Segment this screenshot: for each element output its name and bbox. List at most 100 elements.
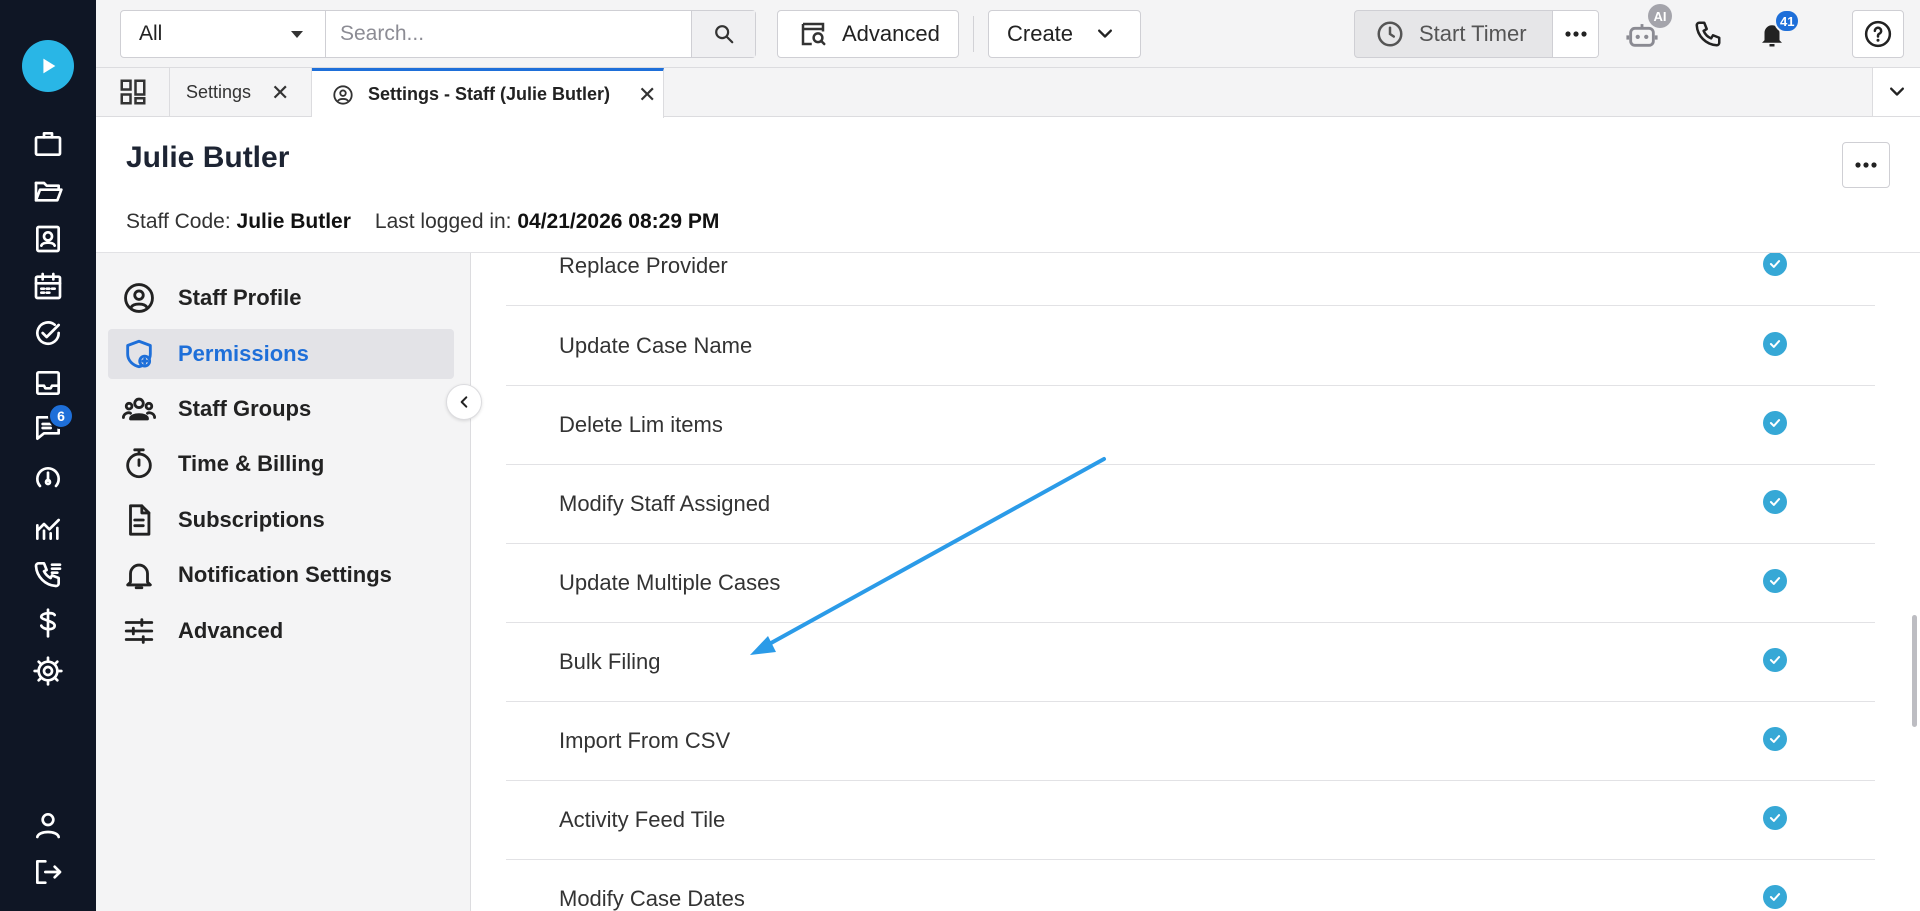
stopwatch-icon bbox=[126, 448, 152, 479]
nav-item-staff-groups[interactable]: Staff Groups bbox=[108, 384, 454, 434]
chevron-left-icon bbox=[460, 396, 468, 408]
advanced-search-label: Advanced bbox=[842, 21, 940, 46]
briefcase-icon[interactable] bbox=[28, 124, 68, 164]
permission-label: Update Case Name bbox=[559, 333, 753, 358]
staff-code-label: Staff Code: bbox=[126, 210, 231, 233]
nav-item-notification-settings[interactable]: Notification Settings bbox=[108, 550, 454, 600]
permission-row: Replace Provider bbox=[506, 253, 1875, 306]
ellipsis-icon bbox=[1565, 31, 1587, 37]
tab-settings-staff-label: Settings - Staff (Julie Butler) bbox=[368, 84, 611, 104]
tab-settings[interactable]: Settings ✕ bbox=[170, 68, 312, 117]
nav-item-advanced[interactable]: Advanced bbox=[108, 606, 454, 656]
permission-row: Update Case Name bbox=[506, 307, 1875, 386]
user-circle-icon bbox=[124, 283, 154, 313]
permission-label: Update Multiple Cases bbox=[559, 570, 781, 595]
nav-item-label: Notification Settings bbox=[178, 562, 392, 587]
nav-item-label: Advanced bbox=[178, 618, 284, 643]
bell-icon bbox=[126, 563, 152, 590]
nav-item-subscriptions[interactable]: Subscriptions bbox=[108, 495, 454, 545]
phone-button[interactable] bbox=[1688, 14, 1728, 54]
settings-nav: Staff Profile Permissions Staff Groups T… bbox=[96, 253, 471, 911]
check-icon[interactable] bbox=[1763, 806, 1787, 830]
help-button[interactable] bbox=[1852, 10, 1904, 58]
permission-row: Update Multiple Cases bbox=[506, 544, 1875, 623]
last-login-label: Last logged in: bbox=[374, 210, 512, 233]
toolbar-divider bbox=[973, 16, 974, 52]
permission-row: Bulk Filing bbox=[506, 623, 1875, 702]
nav-item-permissions[interactable]: Permissions bbox=[108, 329, 454, 379]
search-group: All bbox=[120, 10, 756, 58]
app-rail: 6 bbox=[0, 0, 96, 911]
user-circle-icon bbox=[333, 84, 353, 105]
nav-item-staff-profile[interactable]: Staff Profile bbox=[108, 273, 454, 323]
permission-row: Delete Lim items bbox=[506, 386, 1875, 465]
permission-label: Import From CSV bbox=[559, 728, 731, 753]
users-icon bbox=[122, 397, 156, 421]
ai-badge: AI bbox=[1648, 4, 1672, 28]
scrollbar-thumb[interactable] bbox=[1912, 615, 1917, 727]
content-scrollbar[interactable] bbox=[1910, 253, 1920, 911]
collapse-nav-button[interactable] bbox=[446, 384, 482, 420]
document-icon bbox=[129, 504, 151, 536]
create-button[interactable]: Create bbox=[988, 10, 1141, 58]
nav-item-label: Time & Billing bbox=[178, 451, 325, 476]
dollar-icon[interactable] bbox=[28, 603, 68, 643]
check-icon[interactable] bbox=[1763, 569, 1787, 593]
analytics-icon[interactable] bbox=[28, 508, 68, 548]
permission-row: Modify Staff Assigned bbox=[506, 465, 1875, 544]
contact-card-icon[interactable] bbox=[28, 219, 68, 259]
staff-code-value: Julie Butler bbox=[236, 210, 351, 233]
phone-icon bbox=[1695, 21, 1721, 47]
check-icon[interactable] bbox=[1763, 885, 1787, 909]
user-icon[interactable] bbox=[28, 805, 68, 845]
search-scope-select[interactable]: All bbox=[121, 11, 326, 57]
search-button[interactable] bbox=[691, 11, 755, 57]
permission-label: Modify Staff Assigned bbox=[559, 491, 771, 516]
staff-meta: Staff Code: Julie Butler Last logged in:… bbox=[126, 210, 719, 234]
last-login-value: 04/21/2026 08:29 PM bbox=[517, 210, 720, 233]
folder-open-icon[interactable] bbox=[28, 171, 68, 211]
clock-icon bbox=[1377, 21, 1403, 47]
logout-icon[interactable] bbox=[28, 852, 68, 892]
staff-code: Staff Code: Julie Butler bbox=[126, 210, 351, 234]
phone-list-icon[interactable] bbox=[28, 554, 68, 594]
help-icon bbox=[1864, 20, 1892, 48]
caret-down-icon bbox=[291, 31, 303, 38]
page-more-button[interactable] bbox=[1842, 142, 1890, 188]
advanced-search-button[interactable]: Advanced bbox=[777, 10, 959, 58]
close-icon[interactable]: ✕ bbox=[271, 80, 289, 106]
check-icon[interactable] bbox=[1763, 727, 1787, 751]
nav-item-time-billing[interactable]: Time & Billing bbox=[108, 439, 454, 489]
nav-item-label: Permissions bbox=[178, 341, 309, 366]
messages-badge: 6 bbox=[48, 403, 74, 429]
gear-icon[interactable] bbox=[28, 651, 68, 691]
app-logo[interactable] bbox=[22, 40, 74, 92]
tab-bar: Settings ✕ Settings - Staff (Julie Butle… bbox=[96, 68, 1920, 118]
check-icon[interactable] bbox=[1763, 648, 1787, 672]
check-icon[interactable] bbox=[1763, 332, 1787, 356]
tab-settings-staff[interactable]: Settings - Staff (Julie Butler) ✕ bbox=[312, 68, 664, 118]
timer-more-button[interactable] bbox=[1552, 11, 1598, 57]
start-timer-button[interactable]: Start Timer bbox=[1355, 11, 1552, 57]
dashboard-grid-button[interactable] bbox=[96, 68, 170, 116]
check-icon[interactable] bbox=[1763, 490, 1787, 514]
search-scope-value: All bbox=[139, 22, 163, 45]
tabs-overflow-button[interactable] bbox=[1872, 68, 1920, 116]
permission-label: Modify Case Dates bbox=[559, 886, 745, 911]
chevron-down-icon bbox=[1889, 87, 1904, 96]
tab-settings-label: Settings bbox=[186, 82, 252, 102]
gauge-icon[interactable] bbox=[28, 458, 68, 498]
play-icon bbox=[43, 58, 56, 74]
check-icon[interactable] bbox=[1763, 411, 1787, 435]
inbox-icon[interactable] bbox=[28, 363, 68, 403]
last-login: Last logged in: 04/21/2026 08:29 PM bbox=[375, 210, 719, 234]
permission-row: Import From CSV bbox=[506, 702, 1875, 781]
check-circle-icon[interactable] bbox=[28, 313, 68, 353]
check-icon[interactable] bbox=[1763, 253, 1787, 276]
search-input[interactable] bbox=[326, 11, 691, 57]
shield-icon bbox=[126, 339, 152, 369]
page-title: Julie Butler bbox=[126, 141, 290, 174]
close-icon[interactable]: ✕ bbox=[638, 82, 656, 108]
permissions-list: Replace Provider Update Case Name Delete… bbox=[506, 253, 1875, 911]
calendar-icon[interactable] bbox=[28, 266, 68, 306]
